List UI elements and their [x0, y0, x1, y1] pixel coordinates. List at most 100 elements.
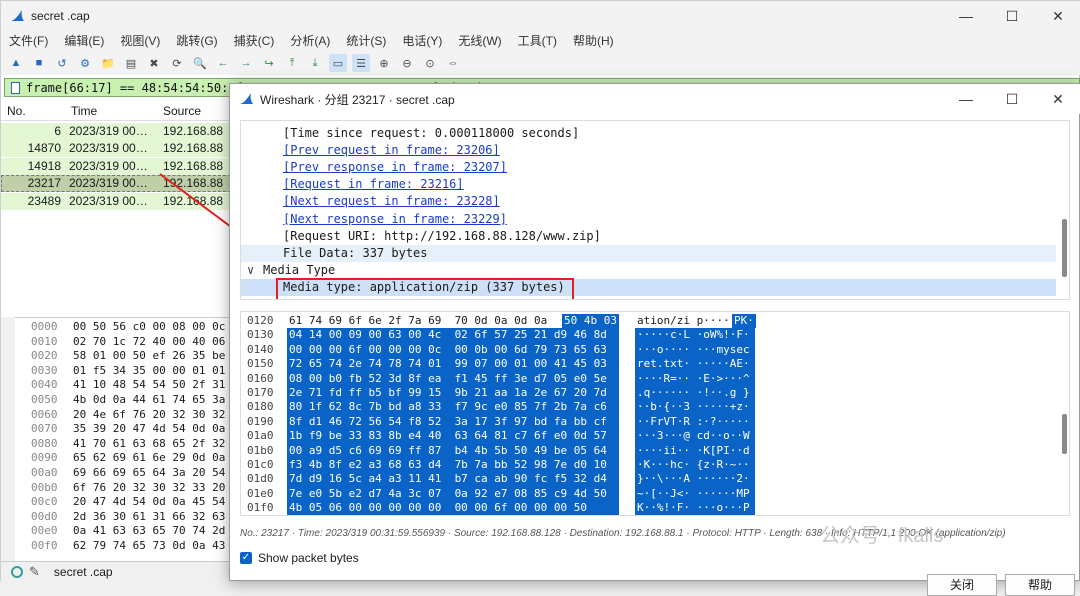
details-scrollbar[interactable]: [1061, 123, 1068, 299]
options-icon[interactable]: ⚙: [76, 54, 94, 72]
dialog-maximize-button[interactable]: ☐: [989, 84, 1035, 114]
restart-icon[interactable]: ↺: [53, 54, 71, 72]
menu-item-3[interactable]: 跳转(G): [168, 31, 225, 51]
menu-item-1[interactable]: 编辑(E): [56, 31, 112, 51]
last-icon[interactable]: ⤓: [306, 54, 324, 72]
reload-icon[interactable]: ⟳: [168, 54, 186, 72]
menu-item-6[interactable]: 统计(S): [338, 31, 394, 51]
zoom-reset-icon[interactable]: ⊙: [421, 54, 439, 72]
close-dialog-button[interactable]: 关闭: [927, 574, 997, 596]
hex-row[interactable]: 01b0 00 a9 d5 c6 69 69 ff 87 b4 4b 5b 50 …: [241, 443, 1056, 458]
back-icon[interactable]: ←: [214, 54, 232, 72]
hex-row[interactable]: 0160 08 00 b0 fb 52 3d 8f ea f1 45 ff 3e …: [241, 371, 1056, 386]
colorize-icon[interactable]: ☰: [352, 54, 370, 72]
tree-item[interactable]: [Prev response in frame: 23207]: [241, 159, 1056, 176]
open-icon[interactable]: 📁: [99, 54, 117, 72]
col-source-header[interactable]: Source: [160, 101, 231, 120]
menu-item-2[interactable]: 视图(V): [112, 31, 168, 51]
menu-bar: 文件(F) 编辑(E) 视图(V) 跳转(G) 捕获(C) 分析(A) 统计(S) 电话(Y)…: [1, 31, 1080, 51]
tree-item[interactable]: [Time since request: 0.000118000 seconds…: [241, 125, 1056, 142]
hex-row[interactable]: 0170 2e 71 fd ff b5 bf 99 15 9b 21 aa 1a …: [241, 386, 1056, 401]
tree-text: File Data: 337 bytes: [283, 245, 428, 260]
hex-row[interactable]: 0150 72 65 74 2e 74 78 74 01 99 07 00 01 …: [241, 357, 1056, 372]
bg-hex-row: 00f0 62 79 74 65 73 0d 0a 43: [1, 539, 231, 554]
help-button[interactable]: 帮助: [1005, 574, 1075, 596]
menu-item-0[interactable]: 文件(F): [1, 31, 56, 51]
hex-bytes: 0a 41 63 63 65 70 74 2d: [73, 524, 226, 538]
hex-offset: 01d0: [247, 472, 274, 486]
hex-row[interactable]: 0130 04 14 00 09 00 63 00 4c 02 6f 57 25 …: [241, 328, 1056, 343]
zoom-out-icon[interactable]: ⊖: [398, 54, 416, 72]
save-icon[interactable]: ▤: [122, 54, 140, 72]
bytes-scrollbar[interactable]: [1061, 314, 1068, 514]
minimize-button[interactable]: —: [943, 1, 989, 31]
hex-bytes-selected: 00 a9 d5 c6 69 69 ff 87 b4 4b 5b 50 49 b…: [287, 443, 619, 458]
goto-icon[interactable]: ↪: [260, 54, 278, 72]
packet-row[interactable]: 14918 2023/319 00… 192.168.88: [1, 157, 231, 175]
bookmark-icon[interactable]: [11, 81, 20, 94]
dialog-status-line: No.: 23217 · Time: 2023/319 00:31:59.556…: [240, 528, 1006, 539]
stop-icon[interactable]: ■: [30, 54, 48, 72]
zoom-in-icon[interactable]: ⊕: [375, 54, 393, 72]
close-file-icon[interactable]: ✖: [145, 54, 163, 72]
menu-item-7[interactable]: 电话(Y): [394, 31, 450, 51]
shark-fin-icon[interactable]: ▲: [7, 54, 25, 72]
tree-item[interactable]: File Data: 337 bytes: [241, 244, 1056, 262]
hex-bytes: 62 79 74 65 73 0d 0a 43: [73, 539, 226, 552]
main-toolbar: ▲ ■ ↺ ⚙ 📁 ▤ ✖ ⟳ 🔍 ← → ↪ ⤒ ⤓ ▭ ☰ ⊕ ⊖ ⊙ ⇔: [1, 51, 1080, 75]
hex-row[interactable]: 01e0 7e e0 5b e2 d7 4a 3c 07 0a 92 e7 08 …: [241, 486, 1056, 502]
hex-bytes: 69 66 69 65 64 3a 20 54: [73, 466, 226, 479]
hex-row[interactable]: 01c0 f3 4b 8f e2 a3 68 63 d4 7b 7a bb 52 …: [241, 458, 1056, 473]
hex-row[interactable]: 01a0 1b f9 be 33 83 8b e4 40 63 64 81 c7 …: [241, 429, 1056, 444]
hex-row[interactable]: 0140 00 00 00 6f 00 00 00 0c 00 0b 00 6d …: [241, 342, 1056, 358]
tree-item[interactable]: [Request URI: http://192.168.88.128/www.…: [241, 228, 1056, 245]
bg-hex-row: 00e0 0a 41 63 63 65 70 74 2d: [1, 524, 231, 539]
tree-item[interactable]: [Next response in frame: 23229]: [241, 211, 1056, 228]
menu-item-10[interactable]: 帮助(H): [565, 31, 622, 51]
tree-link[interactable]: [Next request in frame: 23228]: [283, 193, 500, 210]
forward-icon[interactable]: →: [237, 54, 255, 72]
menu-item-8[interactable]: 无线(W): [450, 31, 509, 51]
show-packet-bytes-checkbox[interactable]: ✓ Show packet bytes: [240, 549, 359, 567]
packet-row[interactable]: 23217 2023/319 00… 192.168.88: [1, 175, 231, 193]
col-time-header[interactable]: Time: [67, 101, 160, 120]
hex-row[interactable]: 0190 8f d1 46 72 56 54 f8 52 3a 17 3f 97 …: [241, 414, 1056, 430]
packet-row[interactable]: 14870 2023/319 00… 192.168.88: [1, 140, 231, 158]
autoscroll-icon[interactable]: ▭: [329, 54, 347, 72]
tree-item[interactable]: [Request in frame: 23216]: [241, 176, 1056, 193]
hex-bytes: 35 39 20 47 4d 54 0d 0a: [73, 422, 226, 436]
hex-row[interactable]: 01d0 7d d9 16 5c a4 a3 11 41 b7 ca ab 90 …: [241, 472, 1056, 487]
tree-text: [Request URI: http://192.168.88.128/www.…: [283, 228, 601, 243]
dialog-close-button[interactable]: ✕: [1035, 84, 1080, 114]
tree-link[interactable]: [Request in frame: 23216]: [283, 176, 464, 193]
resize-columns-icon[interactable]: ⇔: [444, 54, 462, 72]
menu-item-5[interactable]: 分析(A): [282, 31, 338, 51]
dialog-minimize-button[interactable]: —: [943, 84, 989, 114]
packet-row[interactable]: 23489 2023/319 00… 192.168.88: [1, 192, 231, 210]
close-button[interactable]: ✕: [1035, 1, 1080, 31]
left-scrollbar[interactable]: [1, 317, 15, 561]
find-icon[interactable]: 🔍: [191, 54, 209, 72]
tree-link[interactable]: [Prev response in frame: 23207]: [283, 159, 507, 176]
hex-bytes-selected: 2e 71 fd ff b5 bf 99 15 9b 21 aa 1a 2e 6…: [287, 386, 619, 401]
expand-icon[interactable]: ∨: [247, 262, 254, 279]
tree-node-media-type[interactable]: ∨ Media Type: [241, 262, 1056, 279]
maximize-button[interactable]: ☐: [989, 1, 1035, 31]
menu-item-9[interactable]: 工具(T): [510, 31, 565, 51]
menu-item-4[interactable]: 捕获(C): [226, 31, 283, 51]
col-no-header[interactable]: No.: [1, 101, 67, 120]
hex-row[interactable]: 0120 61 74 69 6f 6e 2f 7a 69 70 0d 0a 0d …: [241, 314, 1056, 329]
first-icon[interactable]: ⤒: [283, 54, 301, 72]
tree-link[interactable]: [Next response in frame: 23229]: [283, 211, 507, 228]
status-filename: secret .cap: [53, 565, 113, 579]
hex-row[interactable]: 01f0 4b 05 06 00 00 00 00 00 00 00 6f 00 …: [241, 501, 1056, 515]
packet-row[interactable]: 6 2023/319 00… 192.168.88: [1, 123, 231, 140]
bg-hex-row: 0000 00 50 56 c0 00 08 00 0c: [1, 320, 231, 335]
bg-hex-row: 00d0 2d 36 30 61 31 66 32 63: [1, 510, 231, 525]
packet-no: 23217: [27, 176, 61, 191]
hex-row[interactable]: 0180 80 1f 62 8c 7b bd a8 33 f7 9c e0 85 …: [241, 400, 1056, 415]
tree-link[interactable]: [Prev request in frame: 23206]: [283, 142, 500, 159]
edit-comment-icon[interactable]: ✎: [29, 564, 40, 580]
tree-item[interactable]: [Next request in frame: 23228]: [241, 193, 1056, 210]
tree-item[interactable]: [Prev request in frame: 23206]: [241, 142, 1056, 159]
